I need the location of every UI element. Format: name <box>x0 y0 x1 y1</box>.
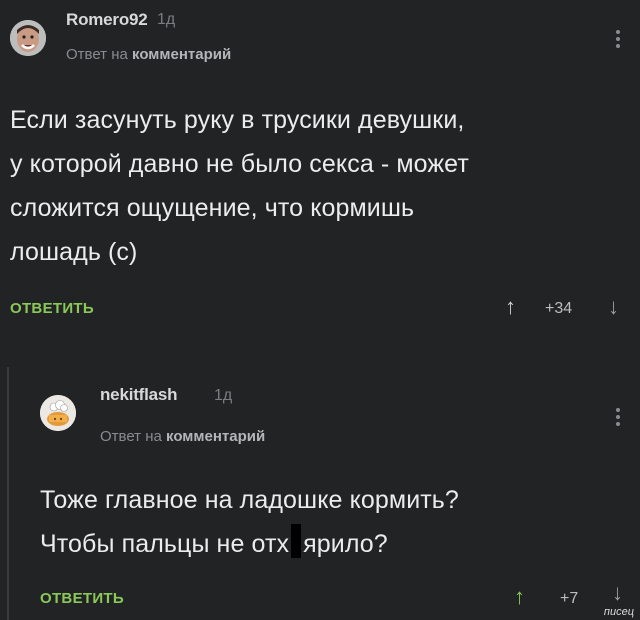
comment-text: ярило? <box>303 530 388 558</box>
more-options-icon[interactable] <box>616 30 620 51</box>
vote-count: +7 <box>560 590 579 607</box>
reply-to-meta: Ответ на комментарий <box>66 46 231 63</box>
reply-target-link[interactable]: комментарий <box>166 428 265 445</box>
watermark: писец <box>603 606 634 618</box>
arrow-down-icon[interactable]: ↓ <box>612 580 623 606</box>
reply-to-meta: Ответ на комментарий <box>100 428 265 445</box>
username[interactable]: Romero92 <box>66 10 148 30</box>
comment-line: у которой давно не было секса - может <box>10 150 469 178</box>
avatar[interactable] <box>10 20 46 56</box>
comment-romero92: Romero92 1д Ответ на комментарий Если за… <box>0 0 640 345</box>
timestamp: 1д <box>157 11 176 28</box>
comment-line: Если засунуть руку в трусики девушки, <box>10 106 465 134</box>
comment-line: лошадь (с) <box>10 238 138 266</box>
vote-count: +34 <box>545 300 573 317</box>
reply-button[interactable]: ОТВЕТИТЬ <box>40 590 124 607</box>
censor-bar <box>291 524 302 558</box>
more-options-icon[interactable] <box>616 408 620 429</box>
comment-body: Тоже главное на ладошке кормить? Чтобы п… <box>40 478 459 566</box>
arrow-up-icon[interactable]: ↑ <box>514 584 525 610</box>
comment-body: Если засунуть руку в трусики девушки, у … <box>10 98 469 274</box>
comment-line: Тоже главное на ладошке кормить? <box>40 486 459 514</box>
timestamp: 1д <box>214 387 233 404</box>
reply-button[interactable]: ОТВЕТИТЬ <box>10 300 94 317</box>
comment-line: Чтобы пальцы не отх ярило? <box>40 522 459 566</box>
reply-target-link[interactable]: комментарий <box>132 46 231 63</box>
comment-text: Чтобы пальцы не отх <box>40 530 290 558</box>
arrow-down-icon[interactable]: ↓ <box>608 294 619 320</box>
arrow-up-icon[interactable]: ↑ <box>505 294 516 320</box>
avatar[interactable] <box>40 395 76 431</box>
comment-line: сложится ощущение, что кормишь <box>10 194 415 222</box>
username[interactable]: nekitflash <box>100 385 178 405</box>
reply-prefix: Ответ на <box>66 46 128 63</box>
reply-prefix: Ответ на <box>100 428 162 445</box>
